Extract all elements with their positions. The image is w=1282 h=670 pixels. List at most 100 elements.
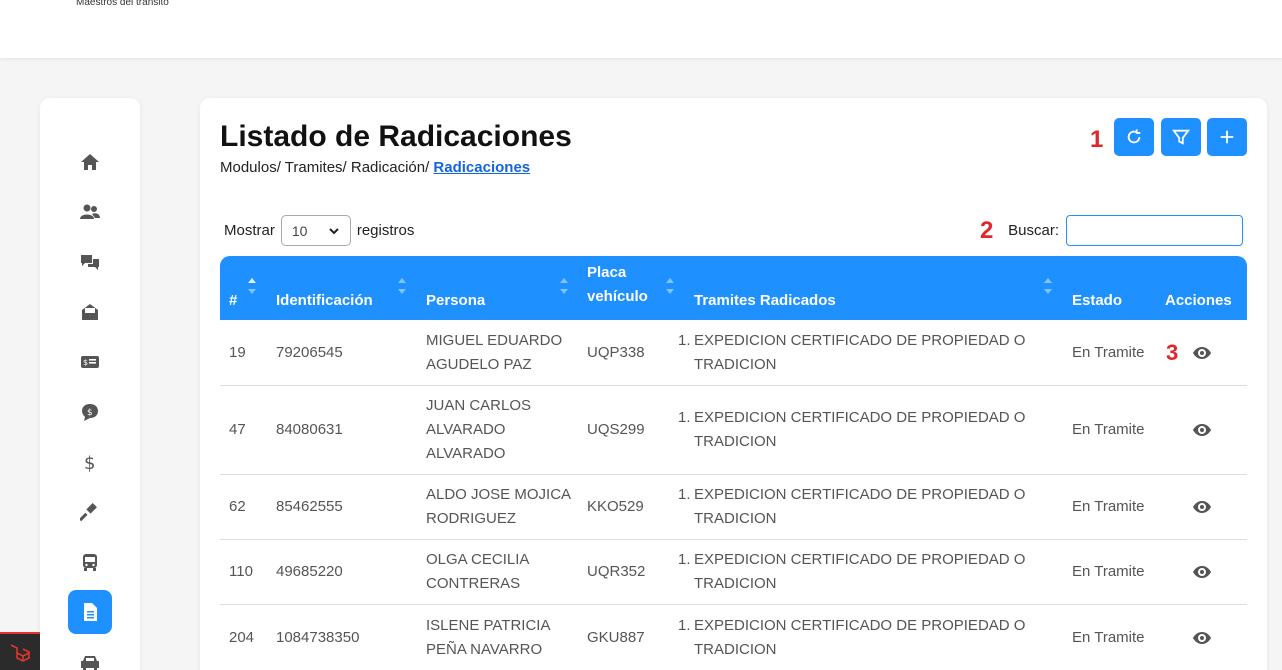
search-label: Buscar: <box>1008 222 1059 239</box>
show-label: Mostrar <box>224 222 275 239</box>
eye-icon <box>1193 346 1211 359</box>
sidebar-item-questions[interactable] <box>68 240 112 284</box>
main-card: Listado de Radicaciones Modulos/ Tramite… <box>200 98 1267 670</box>
eye-icon <box>1193 566 1211 578</box>
cell-estado: En Tramite <box>1072 421 1145 438</box>
sidebar-item-billing[interactable]: $ <box>68 340 112 384</box>
car-icon <box>81 656 99 670</box>
page-size-value: 10 <box>291 222 308 239</box>
eye-icon <box>1193 631 1211 644</box>
breadcrumb-path: Modulos/ Tramites/ Radicación/ <box>220 159 434 176</box>
table-row: 62 85462555 ALDO JOSE MOJICA RODRIGUEZ KK… <box>220 475 1247 540</box>
cell-placa: GKU887 <box>587 628 645 646</box>
header-estado[interactable]: Estado <box>1072 256 1122 320</box>
cell-id: 62 <box>229 498 246 515</box>
cell-id: 204 <box>229 628 255 646</box>
sort-icon <box>560 278 568 294</box>
svg-text:$: $ <box>83 358 88 367</box>
sidebar-item-users[interactable] <box>68 190 112 234</box>
cell-persona: MIGUEL EDUARDO AGUDELO PAZ <box>426 331 563 373</box>
sidebar-item-vehicles[interactable] <box>68 640 112 670</box>
view-button[interactable] <box>1192 605 1212 670</box>
dollar-icon: $ <box>84 453 95 472</box>
cell-persona: ALDO JOSE MOJICA RODRIGUEZ <box>426 486 572 527</box>
page-size-control: Mostrar 10 registros <box>224 215 414 246</box>
sidebar-item-legal[interactable] <box>68 490 112 534</box>
header-identificacion[interactable]: Identificación <box>276 256 373 320</box>
brand-subtitle: Maestros del tránsito <box>76 0 169 8</box>
cell-id: 47 <box>229 421 246 438</box>
svg-text:$: $ <box>84 453 95 472</box>
cell-estado: En Tramite <box>1072 498 1145 515</box>
view-button[interactable] <box>1192 386 1212 474</box>
header-number[interactable]: # <box>229 256 237 320</box>
gavel-icon <box>80 503 97 522</box>
cell-placa: UQR352 <box>587 563 646 580</box>
sort-icon <box>248 278 256 294</box>
cell-id: 110 <box>229 563 253 580</box>
add-button[interactable] <box>1207 118 1247 156</box>
cell-estado: En Tramite <box>1072 343 1145 361</box>
annotation-1: 1 <box>1090 126 1104 153</box>
header-tramites[interactable]: Tramites Radicados <box>694 256 836 320</box>
table-row: 47 84080631 JUAN CARLOS ALVARADO ALVARADO … <box>220 386 1247 475</box>
page-title: Listado de Radicaciones <box>220 120 572 153</box>
eye-icon <box>1193 501 1211 513</box>
filter-button[interactable] <box>1161 118 1201 156</box>
sort-icon <box>1044 278 1052 294</box>
refresh-icon <box>1127 129 1141 144</box>
sort-icon <box>398 278 406 294</box>
refresh-button[interactable] <box>1114 118 1154 156</box>
annotation-2: 2 <box>980 217 994 244</box>
view-button[interactable] <box>1192 475 1212 539</box>
cell-placa: UQP338 <box>587 343 645 361</box>
top-bar: Maestros del tránsito <box>0 0 1282 58</box>
cell-identificacion: 1084738350 <box>276 628 360 646</box>
view-button[interactable] <box>1192 320 1212 385</box>
cell-tramites: 1. EXPEDICION CERTIFICADO DE PROPIEDAD OT… <box>678 551 1026 592</box>
view-button[interactable] <box>1192 540 1212 604</box>
cell-placa: KKO529 <box>587 498 644 515</box>
laravel-logo-icon <box>10 644 30 662</box>
chevron-down-icon <box>329 227 339 234</box>
cell-identificacion: 84080631 <box>276 421 343 438</box>
svg-text:$: $ <box>87 408 93 418</box>
dollar-chat-icon: $ <box>82 404 98 421</box>
document-icon <box>84 603 97 621</box>
users-icon <box>80 204 100 219</box>
page-size-select[interactable]: 10 <box>280 215 351 246</box>
cell-estado: En Tramite <box>1072 563 1145 580</box>
laravel-badge <box>0 632 40 670</box>
table-row: 204 1084738350 ISLENE PATRICIA PEÑA NAVAR… <box>220 605 1247 670</box>
sidebar-item-payments-chat[interactable]: $ <box>68 390 112 434</box>
sidebar-item-transport[interactable] <box>68 540 112 584</box>
cell-identificacion: 79206545 <box>276 343 343 361</box>
breadcrumb-current-link[interactable]: Radicaciones <box>433 159 530 176</box>
cell-id: 19 <box>229 343 246 361</box>
table-header: # Identificación Persona Placa vehículo T… <box>220 256 1247 320</box>
cell-tramites: 1. EXPEDICION CERTIFICADO DE PROPIEDAD OT… <box>678 331 1026 373</box>
sidebar-item-inbox[interactable] <box>68 290 112 334</box>
sidebar-item-dollar[interactable]: $ <box>68 440 112 484</box>
sidebar: $ $ $ <box>40 98 140 670</box>
cell-persona: ISLENE PATRICIA PEÑA NAVARRO <box>426 616 551 658</box>
cell-tramites: 1. EXPEDICION CERTIFICADO DE PROPIEDAD OT… <box>678 616 1026 658</box>
question-chat-icon <box>81 255 99 270</box>
eye-icon <box>1193 424 1211 436</box>
cell-persona: JUAN CARLOS ALVARADO ALVARADO <box>426 397 532 462</box>
header-placa[interactable]: Placa vehículo <box>587 256 648 320</box>
cell-persona: OLGA CECILIA CONTRERAS <box>426 551 530 592</box>
table-row: 110 49685220 OLGA CECILIA CONTRERAS UQR35… <box>220 540 1247 605</box>
home-icon <box>81 154 99 170</box>
search-input[interactable] <box>1066 215 1243 246</box>
header-persona[interactable]: Persona <box>426 256 485 320</box>
table-row: 19 79206545 MIGUEL EDUARDO AGUDELO PAZ UQ… <box>220 320 1247 386</box>
cell-identificacion: 85462555 <box>276 498 343 515</box>
id-card-icon: $ <box>81 356 99 368</box>
radicaciones-table: # Identificación Persona Placa vehículo T… <box>220 256 1247 670</box>
sidebar-item-radicaciones[interactable] <box>68 590 112 634</box>
inbox-icon <box>82 304 98 320</box>
sidebar-item-home[interactable] <box>68 140 112 184</box>
cell-tramites: 1. EXPEDICION CERTIFICADO DE PROPIEDAD OT… <box>678 409 1026 450</box>
cell-tramites: 1. EXPEDICION CERTIFICADO DE PROPIEDAD OT… <box>678 486 1026 527</box>
